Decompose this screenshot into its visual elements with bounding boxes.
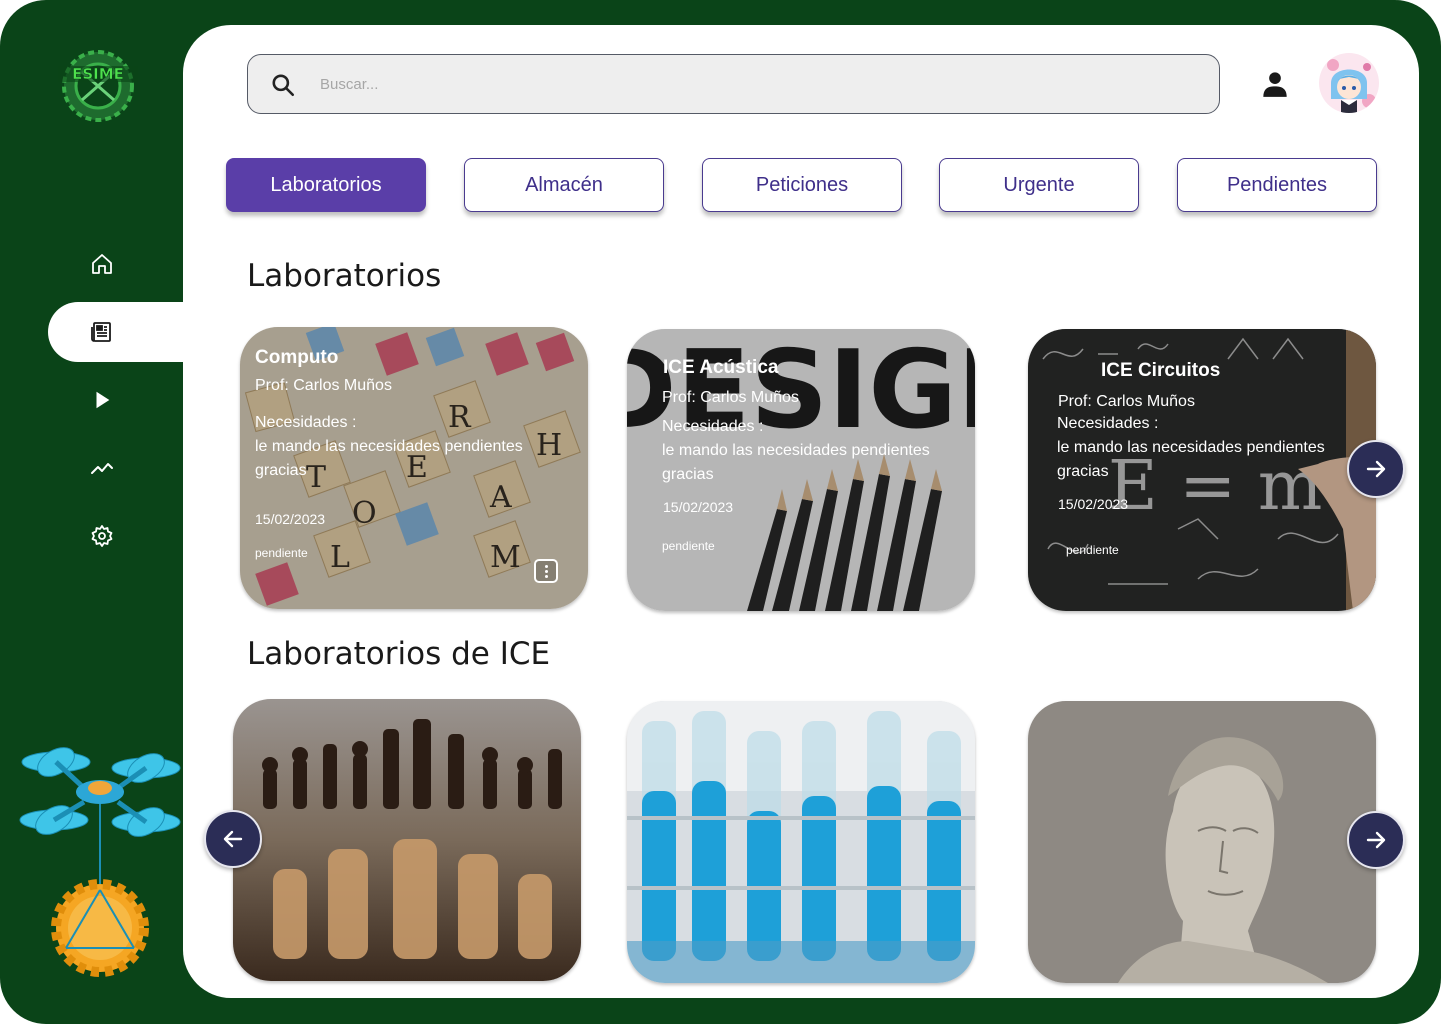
test-tubes-image (627, 701, 975, 983)
trend-icon (91, 463, 113, 474)
card-professor: Prof: Carlos Muños (1058, 393, 1195, 410)
search-input[interactable] (320, 55, 1200, 113)
newspaper-icon (91, 322, 111, 342)
esime-logo: ESIME (58, 50, 138, 122)
card-date: 15/02/2023 (1058, 496, 1129, 512)
app-frame: ESIME Buscar... Laboratorios Almacén Pet… (0, 0, 1441, 1024)
card-needs-text: le mando las necesidades pendientes (1057, 439, 1325, 456)
card-needs-label: Necesidades : (1057, 415, 1159, 432)
card-needs-text-2: gracias (255, 462, 307, 479)
card-professor: Prof: Carlos Muños (662, 389, 799, 406)
home-icon (92, 254, 112, 274)
sidebar-item-settings[interactable] (86, 520, 118, 552)
tab-laboratorios[interactable]: Laboratorios (226, 158, 426, 212)
card-date: 15/02/2023 (255, 511, 326, 527)
avatar-image (1319, 53, 1379, 113)
sidebar-item-analytics[interactable] (86, 452, 118, 484)
sidebar-item-play[interactable] (86, 384, 118, 416)
tab-urgente[interactable]: Urgente (939, 158, 1139, 212)
card-date: 15/02/2023 (663, 499, 734, 515)
tab-peticiones[interactable]: Peticiones (702, 158, 902, 212)
card-needs-text: le mando las necesidades pendientes (662, 442, 930, 459)
ice-lab-card-1[interactable] (233, 699, 581, 981)
card-needs-label: Necesidades : (255, 414, 357, 431)
svg-text:ESIME: ESIME (72, 65, 124, 83)
tab-almacen[interactable]: Almacén (464, 158, 664, 212)
play-icon (96, 391, 110, 409)
tab-pendientes[interactable]: Pendientes (1177, 158, 1377, 212)
carousel-next-button[interactable] (1347, 440, 1405, 498)
carousel-next-button-2[interactable] (1347, 811, 1405, 869)
card-status: pendiente (662, 539, 715, 553)
card-status: pendiente (255, 546, 308, 560)
search-bar[interactable] (247, 54, 1220, 114)
arrow-right-icon (1366, 460, 1386, 478)
lab-card-ice-circuitos[interactable]: E = mc² ICE Circuitos Prof: Carlos Muños… (1028, 329, 1376, 611)
card-status: pendiente (1066, 543, 1119, 557)
search-icon (272, 74, 295, 97)
lab-card-ice-acustica[interactable]: DESIGN ICE Acústica (627, 329, 975, 611)
ice-lab-card-2[interactable] (627, 701, 975, 983)
section-title-laboratorios-ice: Laboratorios de ICE (247, 636, 551, 672)
avatar[interactable] (1319, 53, 1379, 113)
card-needs-text-2: gracias (662, 466, 714, 483)
card-needs-text: le mando las necesidades pendientes (255, 438, 523, 455)
card-title: ICE Circuitos (1101, 360, 1221, 381)
card-title: ICE Acústica (663, 357, 779, 378)
drone-gear-illustration (19, 747, 181, 977)
card-title: Computo (255, 347, 339, 368)
card-menu-icon[interactable] (534, 559, 558, 583)
arrow-right-icon (1366, 831, 1386, 849)
carousel-prev-button[interactable] (204, 810, 262, 868)
statue-image (1028, 701, 1376, 983)
gear-icon (91, 525, 113, 547)
card-professor: Prof: Carlos Muños (255, 377, 392, 394)
ice-lab-card-3[interactable] (1028, 701, 1376, 983)
card-needs-label: Necesidades : (662, 418, 764, 435)
sidebar-item-news[interactable] (86, 316, 118, 348)
card-needs-text-2: gracias (1057, 463, 1109, 480)
sidebar-active-indicator (48, 302, 193, 362)
sidebar-item-home[interactable] (86, 248, 118, 280)
user-icon[interactable] (1261, 70, 1289, 98)
lab-card-computo[interactable]: TO ER AH LM Computo Prof: Carlos Muños N… (240, 327, 588, 609)
main-panel: Laboratorios Almacén Peticiones Urgente … (183, 25, 1419, 998)
arrow-left-icon (223, 830, 243, 848)
chess-image (233, 699, 581, 981)
section-title-laboratorios: Laboratorios (247, 258, 442, 294)
